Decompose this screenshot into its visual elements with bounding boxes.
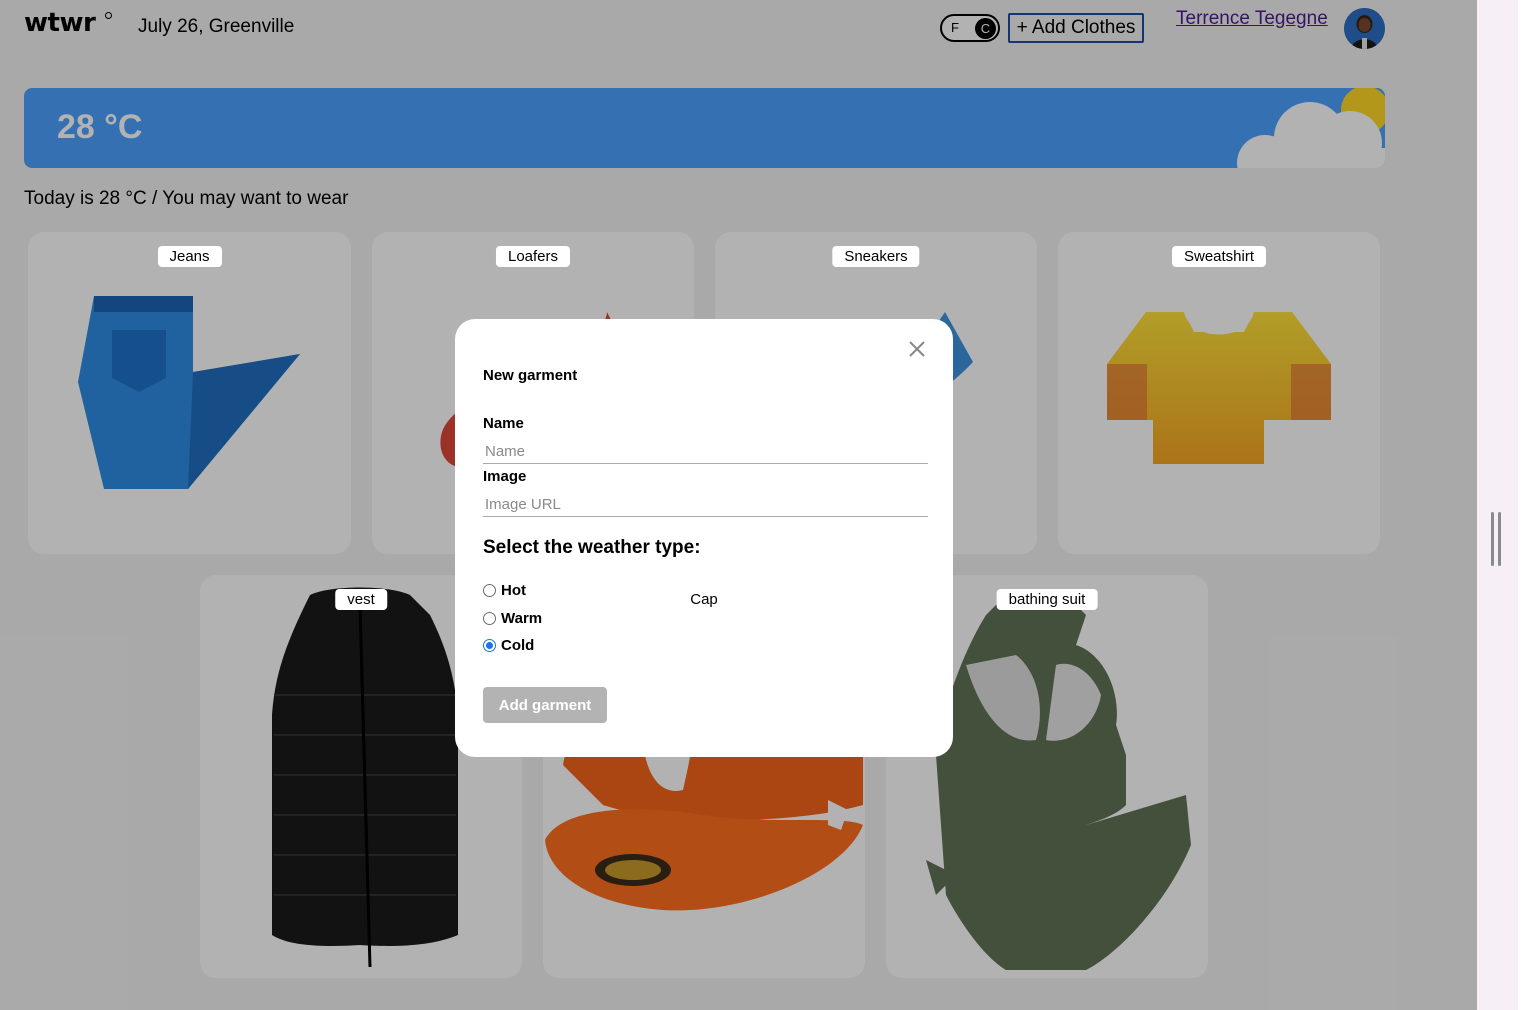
radio-warm[interactable] — [483, 611, 496, 625]
image-label: Image — [483, 468, 527, 485]
radio-option-hot[interactable]: Hot — [483, 581, 526, 599]
modal-title: New garment — [483, 367, 578, 384]
weather-type-legend: Select the weather type: — [483, 537, 701, 558]
card-name: Cap — [678, 589, 730, 610]
add-garment-modal: New garment Name Image Select the weathe… — [455, 319, 953, 757]
card-name: bathing suit — [996, 589, 1098, 610]
close-icon[interactable] — [905, 337, 929, 361]
scrollbar-handle[interactable] — [1491, 512, 1505, 566]
radio-hot-label: Hot — [501, 581, 526, 599]
radio-cold-label: Cold — [501, 636, 535, 654]
radio-hot[interactable] — [483, 583, 496, 597]
radio-warm-label: Warm — [501, 609, 543, 627]
card-name: Sneakers — [832, 246, 920, 267]
card-name: Loafers — [495, 246, 571, 267]
image-url-input[interactable] — [483, 493, 928, 517]
name-input[interactable] — [483, 440, 928, 464]
radio-option-warm[interactable]: Warm — [483, 609, 542, 627]
card-name: vest — [335, 589, 387, 610]
name-label: Name — [483, 415, 524, 432]
radio-cold[interactable] — [483, 638, 496, 652]
radio-option-cold[interactable]: Cold — [483, 636, 534, 654]
card-name: Jeans — [157, 246, 222, 267]
add-garment-button[interactable]: Add garment — [483, 687, 607, 723]
window-edge — [1518, 0, 1534, 1010]
card-name: Sweatshirt — [1171, 246, 1267, 267]
